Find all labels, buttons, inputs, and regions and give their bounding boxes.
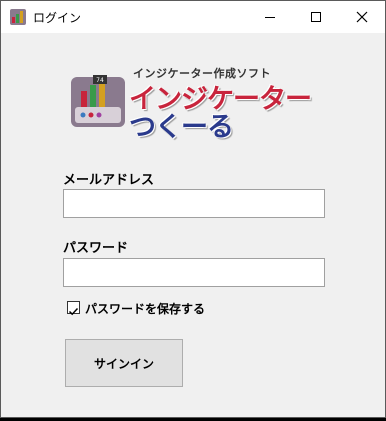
password-label: パスワード	[63, 241, 129, 256]
app-logo: 74 インジケーター作成ソフト インジケーター つくーる	[69, 63, 319, 143]
minimize-button[interactable]	[247, 1, 293, 33]
save-password-label: パスワードを保存する	[85, 302, 206, 316]
checkbox-box[interactable]	[67, 301, 80, 316]
logo-title-line2: つくーる	[129, 112, 234, 143]
chart-logo-icon: 74	[71, 75, 125, 127]
password-field[interactable]	[63, 258, 325, 287]
close-button[interactable]	[339, 1, 385, 33]
window-title: ログイン	[33, 11, 82, 25]
close-icon	[356, 11, 368, 23]
maximize-icon	[311, 12, 321, 22]
check-icon	[68, 307, 79, 316]
email-label: メールアドレス	[63, 173, 155, 188]
logo-badge: 74	[96, 77, 104, 84]
signin-button[interactable]: サインイン	[65, 339, 183, 387]
email-field[interactable]	[63, 189, 325, 218]
title-bar: ログイン	[1, 1, 385, 33]
app-icon	[10, 9, 26, 25]
minimize-icon	[265, 17, 275, 18]
login-window: ログイン 74 インジケーター作成ソフト インジケーター つくーる メールアドレ…	[0, 0, 386, 418]
maximize-button[interactable]	[293, 1, 339, 33]
